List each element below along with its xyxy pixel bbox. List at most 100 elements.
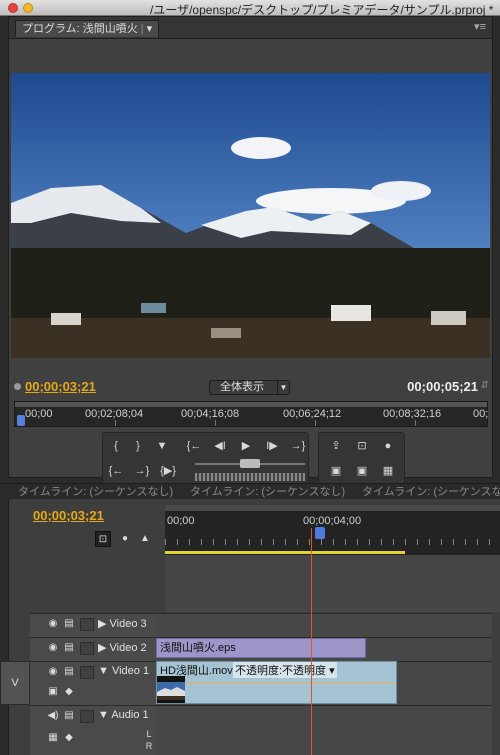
minimize-window-button[interactable]: [23, 3, 33, 13]
track-lock-toggle[interactable]: [80, 618, 94, 631]
track-header-video3: ◉ ▤ ▶ Video 3: [30, 613, 156, 637]
track-lock-toggle[interactable]: [80, 710, 94, 723]
panel-menu-icon[interactable]: ▾≡: [474, 20, 486, 33]
export-frame-button[interactable]: ▣: [351, 461, 373, 481]
tab-menu-icon[interactable]: ▾: [147, 23, 153, 35]
eye-icon[interactable]: ◉: [46, 642, 60, 654]
timeline-zoom-bar[interactable]: [165, 505, 500, 511]
speaker-icon[interactable]: ◀): [46, 710, 60, 722]
keyframe-icon[interactable]: ◆: [62, 686, 76, 698]
lock-icon[interactable]: ▤: [62, 710, 76, 722]
mark-out-button[interactable]: }: [127, 436, 149, 456]
track-header-audio1: ◀) ▤ ▼ Audio 1 ▦ ◆ L R: [30, 705, 156, 755]
play-in-to-out-button[interactable]: {←: [105, 461, 127, 481]
collapse-icon[interactable]: ▼: [98, 665, 112, 677]
track-area-video3[interactable]: [156, 613, 492, 637]
lock-icon[interactable]: ▤: [62, 642, 76, 654]
snap-icon[interactable]: ⊡: [95, 531, 111, 547]
go-to-out-button[interactable]: →}: [287, 436, 309, 456]
ruler-label: 00;02;08;04: [85, 408, 144, 420]
go-to-in-button[interactable]: {←: [183, 436, 205, 456]
timeline-tab[interactable]: タイムライン: (シーケンスなし): [18, 484, 178, 500]
ruler-label: 00;: [473, 408, 489, 420]
collapse-icon[interactable]: ▼: [98, 709, 111, 721]
eye-icon[interactable]: ◉: [46, 618, 60, 630]
step-forward-button[interactable]: I▶: [261, 436, 283, 456]
monitor-playhead[interactable]: [17, 415, 25, 426]
multi-camera-button[interactable]: ▦: [377, 461, 399, 481]
display-style-icon[interactable]: ▦: [46, 732, 60, 744]
clip-thumbnail: [157, 676, 185, 703]
marker-icon[interactable]: ●: [117, 531, 133, 547]
jog-control[interactable]: [195, 459, 305, 471]
expand-icon[interactable]: ▶: [98, 642, 110, 654]
marker-dot-icon: [14, 383, 21, 390]
edit-controls: ⇪ ⊡ ● ▣ ▣ ▦: [318, 432, 405, 484]
monitor-timecode-row: 00;00;03;21 全体表示 ▼ 00;00;05;21 ⇵: [9, 378, 492, 396]
timeline-ruler-label: 00;00: [167, 515, 195, 527]
resize-icon[interactable]: ⇵: [481, 380, 489, 391]
safe-margins-button[interactable]: {▶}: [157, 461, 179, 481]
opacity-line[interactable]: [157, 682, 396, 683]
duration-timecode: 00;00;05;21: [407, 379, 478, 394]
ruler-tick: [315, 420, 316, 426]
timeline-current-timecode[interactable]: 00;00;03;21: [33, 508, 104, 523]
timeline-playhead-line: [311, 528, 312, 755]
timeline-tab[interactable]: タイムライン: (シーケンスなし: [362, 484, 500, 500]
mark-in-button[interactable]: {: [105, 436, 127, 456]
timeline-ruler-label: 00;00;04;00: [303, 515, 362, 527]
mountain-landscape-image: [11, 73, 490, 358]
track-lock-toggle[interactable]: [80, 666, 94, 679]
play-button[interactable]: ▶: [235, 436, 257, 456]
work-area-bar[interactable]: [165, 551, 405, 554]
track-name-label: ▶ Video 2: [98, 641, 147, 654]
step-back-button[interactable]: ◀I: [209, 436, 231, 456]
clip-mov[interactable]: HD浅間山.mov 不透明度:不透明度 ▾: [156, 661, 397, 704]
window-title-bar: /ユーザ/openspc/デスクトップ/プレミアデータ/サンプル.prproj …: [0, 0, 500, 17]
timeline-playhead-handle[interactable]: [315, 527, 325, 539]
timeline-tab[interactable]: タイムライン: (シーケンスなし): [190, 484, 350, 500]
timeline-empty-area: [165, 555, 500, 612]
monitor-time-ruler[interactable]: 00;00 00;02;08;04 00;04;16;08 00;06;24;1…: [14, 401, 488, 427]
audio-l-label: L: [146, 729, 152, 739]
lock-icon[interactable]: ▤: [62, 666, 76, 678]
shuttle-control[interactable]: [195, 473, 305, 481]
lift-button[interactable]: ⇪: [325, 436, 347, 456]
program-video-frame: [11, 73, 490, 358]
track-name: Video 1: [111, 665, 150, 677]
zoom-level-select[interactable]: 全体表示 ▼: [209, 380, 290, 395]
trim-button[interactable]: ▣: [325, 461, 347, 481]
track-header-video1: ◉ ▤ ▼ Video 1 ▣ ◆: [30, 661, 156, 705]
transport-controls: { } ▼ {← ◀I ▶ I▶ →} {← →} {▶}: [102, 432, 309, 484]
audio-r-label: R: [145, 741, 153, 751]
ruler-tick: [415, 420, 416, 426]
program-monitor-panel: プログラム: 浅間山噴火 | ▾ ▾≡ 00;00;03;21 全体表示 ▼ 0…: [8, 16, 493, 484]
clip-eps[interactable]: 浅間山噴火.eps: [156, 638, 366, 658]
extract-button[interactable]: ⊡: [351, 436, 373, 456]
track-area-audio1[interactable]: [156, 705, 492, 755]
timeline-tools: ⊡ ● ▲: [95, 531, 155, 549]
output-button[interactable]: ●: [377, 436, 399, 456]
ruler-tick: [115, 420, 116, 426]
ruler-label: 00;06;24;12: [283, 408, 342, 420]
track-name: Video 3: [109, 618, 147, 630]
track-header-video2: ◉ ▤ ▶ Video 2: [30, 637, 156, 661]
display-style-icon[interactable]: ▣: [46, 686, 60, 698]
ruler-zoom-bar[interactable]: [15, 402, 487, 407]
close-window-button[interactable]: [8, 3, 18, 13]
eye-icon[interactable]: ◉: [46, 666, 60, 678]
jog-knob[interactable]: [240, 459, 260, 468]
source-track-v[interactable]: V: [0, 661, 30, 705]
lock-icon[interactable]: ▤: [62, 618, 76, 630]
timeline-ruler[interactable]: 00;00 00;00;04;00: [165, 505, 500, 555]
keyframe-icon[interactable]: ◆: [62, 732, 76, 744]
program-monitor-tab[interactable]: プログラム: 浅間山噴火 | ▾: [15, 20, 160, 37]
track-name: Video 2: [109, 642, 147, 654]
add-marker-icon[interactable]: ▲: [137, 531, 153, 547]
current-timecode[interactable]: 00;00;03;21: [25, 379, 96, 394]
loop-button[interactable]: →}: [131, 461, 153, 481]
expand-icon[interactable]: ▶: [98, 618, 110, 630]
track-lock-toggle[interactable]: [80, 642, 94, 655]
opacity-select[interactable]: 不透明度:不透明度 ▾: [233, 662, 337, 678]
set-marker-button[interactable]: ▼: [151, 436, 173, 456]
